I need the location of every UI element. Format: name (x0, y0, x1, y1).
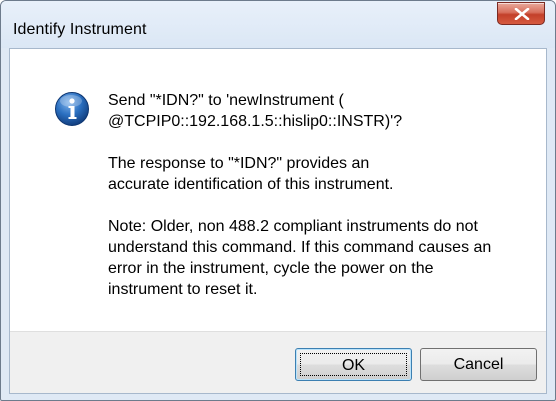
title-bar[interactable]: Identify Instrument (1, 1, 555, 48)
dialog-client-area: Send "*IDN?" to 'newInstrument ( @TCPIP0… (9, 48, 547, 394)
info-icon (55, 92, 89, 126)
identify-instrument-dialog: Identify Instrument Send "*IDN?" to 'new… (0, 0, 556, 401)
message-note: Note: Older, non 488.2 compliant instrum… (108, 218, 492, 298)
dialog-message: Send "*IDN?" to 'newInstrument ( @TCPIP0… (108, 90, 528, 300)
cancel-button[interactable]: Cancel (420, 348, 537, 381)
ok-button-label: OK (300, 353, 407, 376)
window-title: Identify Instrument (13, 21, 147, 38)
close-icon (514, 8, 530, 20)
close-button[interactable] (497, 2, 545, 25)
message-response-info: The response to "*IDN?" provides an accu… (108, 155, 394, 193)
button-bar: OK Cancel (10, 331, 546, 393)
ok-button[interactable]: OK (295, 348, 412, 381)
message-question: Send "*IDN?" to 'newInstrument ( @TCPIP0… (108, 92, 403, 130)
message-area: Send "*IDN?" to 'newInstrument ( @TCPIP0… (10, 49, 546, 331)
